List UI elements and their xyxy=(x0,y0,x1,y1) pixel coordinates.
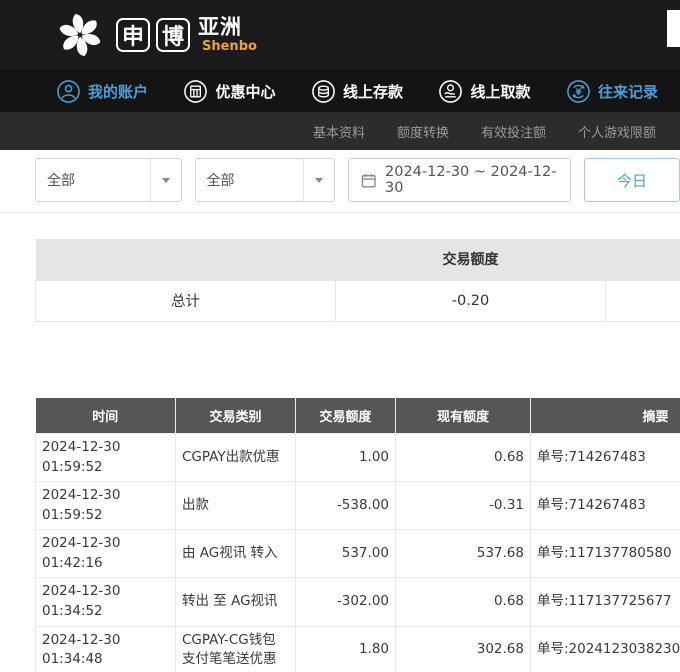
cell-balance: 302.68 xyxy=(396,626,531,672)
logo-brand-text: Shenbo xyxy=(202,39,257,54)
logo[interactable]: 申 博 亚洲 Shenbo xyxy=(52,7,257,63)
withdraw-icon xyxy=(438,79,463,104)
summary-table: 交易额度 总计 -0.20 xyxy=(35,239,680,322)
transactions-table: 时间 交易类别 交易额度 现有额度 摘要 2024-12-30 01:59:52… xyxy=(35,398,680,672)
table-row: 2024-12-30 01:59:52 出款 -538.00 -0.31 单号:… xyxy=(36,482,680,530)
subnav-credit-transfer[interactable]: 额度转换 xyxy=(397,122,449,141)
promo-icon xyxy=(183,79,208,104)
user-icon xyxy=(56,79,81,104)
nav-label: 线上取款 xyxy=(470,81,530,102)
cell-balance: 0.68 xyxy=(396,434,531,482)
summary-empty-header xyxy=(36,239,336,280)
today-button[interactable]: 今日 xyxy=(584,158,680,202)
cell-balance: 537.68 xyxy=(396,530,531,578)
svg-text:¥: ¥ xyxy=(575,87,581,97)
nav-label: 优惠中心 xyxy=(215,81,275,102)
summary-total-label: 总计 xyxy=(36,280,336,321)
table-row: 2024-12-30 01:42:16 由 AG视讯 转入 537.00 537… xyxy=(36,530,680,578)
cell-time: 2024-12-30 01:59:52 xyxy=(36,434,176,482)
category-select[interactable]: 全部 xyxy=(195,158,335,202)
col-header-category: 交易类别 xyxy=(176,398,296,434)
table-row: 2024-12-30 01:34:48 CGPAY-CG钱包支付笔笔送优惠 1.… xyxy=(36,626,680,672)
date-range-input[interactable]: 2024-12-30 ~ 2024-12-30 xyxy=(348,158,572,202)
subnav-game-limits[interactable]: 个人游戏限额 xyxy=(578,122,656,141)
logo-char-shen: 申 xyxy=(116,18,150,52)
calendar-icon xyxy=(361,172,376,189)
nav-promo-center[interactable]: 优惠中心 xyxy=(183,79,275,104)
col-header-time: 时间 xyxy=(36,398,176,434)
subnav-valid-bets[interactable]: 有效投注额 xyxy=(481,122,546,141)
cell-note: 单号:714267483 xyxy=(531,482,680,530)
date-range-value: 2024-12-30 ~ 2024-12-30 xyxy=(385,164,558,196)
nav-label: 线上存款 xyxy=(343,81,403,102)
sub-nav: 基本资料 额度转换 有效投注额 个人游戏限额 xyxy=(0,112,680,150)
cell-amount: -302.00 xyxy=(296,578,396,626)
cell-note: 单号:117137780580 xyxy=(531,530,680,578)
nav-transaction-records[interactable]: ¥ 往来记录 xyxy=(566,79,658,104)
summary-total-row: 总计 -0.20 xyxy=(36,280,680,321)
cell-category: 出款 xyxy=(176,482,296,530)
cell-amount: 1.00 xyxy=(296,434,396,482)
nav-label: 我的账户 xyxy=(88,81,148,102)
filter-bar: 全部 全部 2024-12-30 ~ 2024-12-30 今日 xyxy=(0,150,680,213)
summary-header-row: 交易额度 xyxy=(36,239,680,280)
col-header-balance: 现有额度 xyxy=(396,398,531,434)
nav-online-deposit[interactable]: 线上存款 xyxy=(311,79,403,104)
cell-note: 单号:2024123038230348 xyxy=(531,626,680,672)
records-icon: ¥ xyxy=(566,79,591,104)
summary-empty-header xyxy=(606,239,680,280)
cell-category: 由 AG视讯 转入 xyxy=(176,530,296,578)
subnav-basic-info[interactable]: 基本资料 xyxy=(313,122,365,141)
summary-amount-header: 交易额度 xyxy=(336,239,606,280)
transactions-header-row: 时间 交易类别 交易额度 现有额度 摘要 xyxy=(36,398,680,434)
cell-category: 转出 至 AG视讯 xyxy=(176,578,296,626)
type-select[interactable]: 全部 xyxy=(35,158,182,202)
cell-category: CGPAY-CG钱包支付笔笔送优惠 xyxy=(176,626,296,672)
nav-label: 往来记录 xyxy=(598,81,658,102)
top-header: 申 博 亚洲 Shenbo xyxy=(0,0,680,70)
chevron-down-icon xyxy=(303,159,334,201)
deposit-icon xyxy=(311,79,336,104)
cell-time: 2024-12-30 01:34:48 xyxy=(36,626,176,672)
cell-time: 2024-12-30 01:59:52 xyxy=(36,482,176,530)
logo-region-text: 亚洲 xyxy=(198,16,257,39)
cell-time: 2024-12-30 01:34:52 xyxy=(36,578,176,626)
summary-total-value: -0.20 xyxy=(336,280,606,321)
nav-my-account[interactable]: 我的账户 xyxy=(56,79,148,104)
cell-amount: -538.00 xyxy=(296,482,396,530)
cell-note: 单号:714267483 xyxy=(531,434,680,482)
logo-char-bo: 博 xyxy=(156,18,190,52)
category-select-value: 全部 xyxy=(207,170,235,190)
cell-category: CGPAY出款优惠 xyxy=(176,434,296,482)
col-header-amount: 交易额度 xyxy=(296,398,396,434)
type-select-value: 全部 xyxy=(47,170,75,190)
cell-note: 单号:117137725677 xyxy=(531,578,680,626)
cell-amount: 1.80 xyxy=(296,626,396,672)
flower-logo-icon xyxy=(52,7,108,63)
table-row: 2024-12-30 01:34:52 转出 至 AG视讯 -302.00 0.… xyxy=(36,578,680,626)
cell-balance: -0.31 xyxy=(396,482,531,530)
main-nav: 我的账户 优惠中心 线上存款 线上取款 xyxy=(0,70,680,112)
table-row: 2024-12-30 01:59:52 CGPAY出款优惠 1.00 0.68 … xyxy=(36,434,680,482)
cell-balance: 0.68 xyxy=(396,578,531,626)
nav-online-withdraw[interactable]: 线上取款 xyxy=(438,79,530,104)
scrollbar-thumb[interactable] xyxy=(667,10,680,47)
col-header-note: 摘要 xyxy=(531,398,680,434)
cell-amount: 537.00 xyxy=(296,530,396,578)
chevron-down-icon xyxy=(150,159,181,201)
cell-time: 2024-12-30 01:42:16 xyxy=(36,530,176,578)
